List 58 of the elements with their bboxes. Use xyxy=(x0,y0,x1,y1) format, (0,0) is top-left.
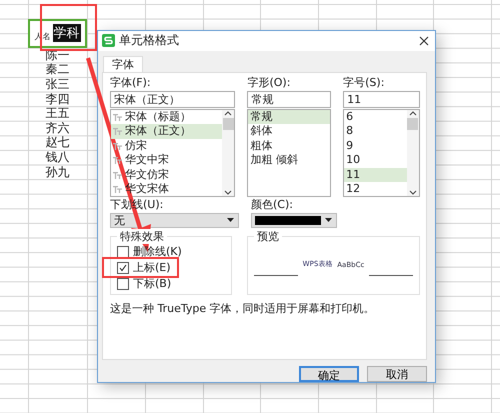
list-item[interactable]: 斜体 xyxy=(248,124,330,139)
underline-dropdown[interactable]: 无 xyxy=(110,212,239,228)
caret-icon[interactable] xyxy=(325,218,332,222)
chevron-down-icon[interactable] xyxy=(224,188,232,196)
list-item[interactable]: 11 xyxy=(344,168,407,182)
truetype-icon xyxy=(113,114,122,121)
field-label: 字号(S): xyxy=(343,74,384,90)
list-item[interactable]: 9 xyxy=(344,138,407,154)
checkbox-label: 上标(E) xyxy=(133,260,171,276)
group-title: 预览 xyxy=(254,228,282,244)
scrollbar-thumb[interactable] xyxy=(407,118,418,130)
table-cell-text: 张三 xyxy=(44,76,70,92)
list-item[interactable]: 宋体（标题） xyxy=(111,110,222,124)
checkbox-label: 删除线(K) xyxy=(133,244,182,260)
truetype-icon xyxy=(113,186,122,194)
description-text: 这是一种 TrueType 字体，同时适用于屏幕和打印机。 xyxy=(110,300,375,316)
input-field[interactable]: 宋体（正文） xyxy=(110,90,236,108)
table-cell-text: 李四 xyxy=(44,92,70,106)
list-item[interactable]: 加粗 倾斜 xyxy=(248,153,330,168)
chevron-up-icon[interactable] xyxy=(224,110,232,118)
list-item[interactable]: 10 xyxy=(344,153,407,168)
checkbox-label: 下标(B) xyxy=(133,276,172,292)
field-label: 字形(O): xyxy=(247,74,290,90)
dialog-button[interactable]: 确定 xyxy=(299,366,359,382)
field-label: 字体(F): xyxy=(110,74,151,90)
list-item[interactable]: 6 xyxy=(344,110,407,124)
tab[interactable]: 字体 xyxy=(103,56,143,72)
scrollbar-thumb[interactable] xyxy=(222,118,234,130)
caret-icon[interactable] xyxy=(227,218,234,222)
dialog-title: 单元格格式 xyxy=(119,32,180,50)
checkbox[interactable] xyxy=(117,246,129,258)
list-item[interactable]: 常规 xyxy=(248,110,330,124)
chevron-down-icon[interactable] xyxy=(408,188,417,196)
scrollbar[interactable] xyxy=(222,110,234,196)
input-field[interactable]: 11 xyxy=(343,90,420,108)
dialog-button[interactable]: 取消 xyxy=(367,366,427,382)
table-cell-text: 秦二 xyxy=(44,62,70,77)
list-item[interactable]: 粗体 xyxy=(248,138,330,154)
truetype-icon xyxy=(113,128,122,136)
list-item[interactable]: 宋体（正文） xyxy=(111,124,222,139)
checkbox[interactable] xyxy=(117,278,129,290)
table-cell-text: 王五 xyxy=(44,106,70,121)
checkbox[interactable] xyxy=(117,262,129,274)
chevron-up-icon[interactable] xyxy=(408,110,417,118)
close-icon[interactable] xyxy=(419,36,429,46)
selected-text: 学科 xyxy=(52,24,80,42)
list-item[interactable]: 8 xyxy=(344,124,407,139)
table-cell-text: 钱八 xyxy=(44,150,70,165)
group-title: 特殊效果 xyxy=(117,228,167,244)
app-logo-icon xyxy=(102,34,115,48)
color-dropdown[interactable] xyxy=(251,212,337,228)
table-cell-text: 孙九 xyxy=(44,164,70,180)
input-field[interactable]: 常规 xyxy=(247,90,332,108)
field-label: 颜色(C): xyxy=(251,196,293,212)
table-cell-text: 赵七 xyxy=(44,135,70,150)
table-cell-text: 齐六 xyxy=(44,120,70,136)
scrollbar[interactable] xyxy=(406,110,419,196)
list-item[interactable]: 12 xyxy=(344,182,407,197)
